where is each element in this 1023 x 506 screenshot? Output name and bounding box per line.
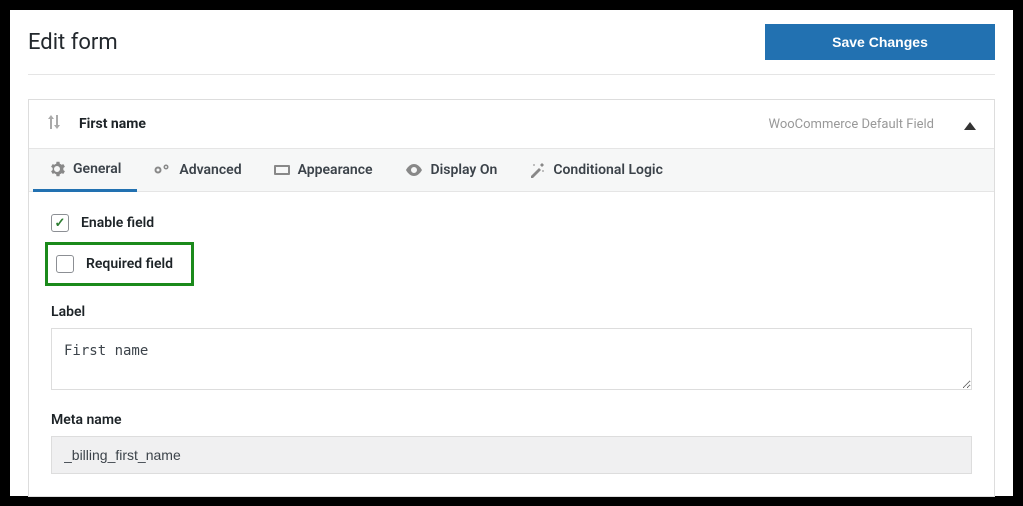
gear-icon <box>49 161 65 177</box>
tab-label: Display On <box>431 162 498 178</box>
tab-appearance[interactable]: Appearance <box>258 149 389 191</box>
label-heading: Label <box>51 304 972 320</box>
wand-icon <box>529 162 545 178</box>
required-field-label: Required field <box>86 256 173 272</box>
required-field-row[interactable]: Required field <box>56 255 173 273</box>
caret-up-icon[interactable] <box>964 115 976 134</box>
tab-conditional-logic[interactable]: Conditional Logic <box>513 149 679 191</box>
tab-label: Conditional Logic <box>553 162 663 178</box>
enable-field-row[interactable]: Enable field <box>51 208 972 238</box>
field-title: First name <box>79 116 146 132</box>
enable-field-checkbox[interactable] <box>51 214 69 232</box>
default-field-badge: WooCommerce Default Field <box>769 117 935 132</box>
label-input[interactable] <box>51 328 972 390</box>
header-bar: Edit form Save Changes <box>28 24 995 75</box>
meta-name-heading: Meta name <box>51 412 972 428</box>
required-field-checkbox[interactable] <box>56 255 74 273</box>
tab-label: Appearance <box>298 162 373 178</box>
appearance-icon <box>274 163 290 177</box>
save-changes-button[interactable]: Save Changes <box>765 24 995 60</box>
meta-name-input <box>51 436 972 474</box>
panel-header-right: WooCommerce Default Field <box>769 115 977 134</box>
sort-handle-icon[interactable] <box>47 114 61 134</box>
enable-field-label: Enable field <box>81 215 154 231</box>
tab-advanced[interactable]: Advanced <box>137 149 257 191</box>
page-title: Edit form <box>28 30 118 55</box>
panel-header-left: First name <box>47 114 146 134</box>
field-panel: First name WooCommerce Default Field Gen… <box>28 99 995 497</box>
panel-header[interactable]: First name WooCommerce Default Field <box>29 100 994 149</box>
tab-label: Advanced <box>179 162 241 178</box>
tab-display-on[interactable]: Display On <box>389 149 514 191</box>
app-frame: Edit form Save Changes First name WooCom… <box>10 10 1013 496</box>
required-highlight: Required field <box>45 242 194 286</box>
tab-label: General <box>73 161 121 177</box>
panel-body: Enable field Required field Label Meta n… <box>29 192 994 496</box>
gears-icon <box>153 162 171 178</box>
tab-general[interactable]: General <box>33 149 137 192</box>
tabs: General Advanced Appearance Display On <box>29 149 994 192</box>
eye-icon <box>405 164 423 176</box>
